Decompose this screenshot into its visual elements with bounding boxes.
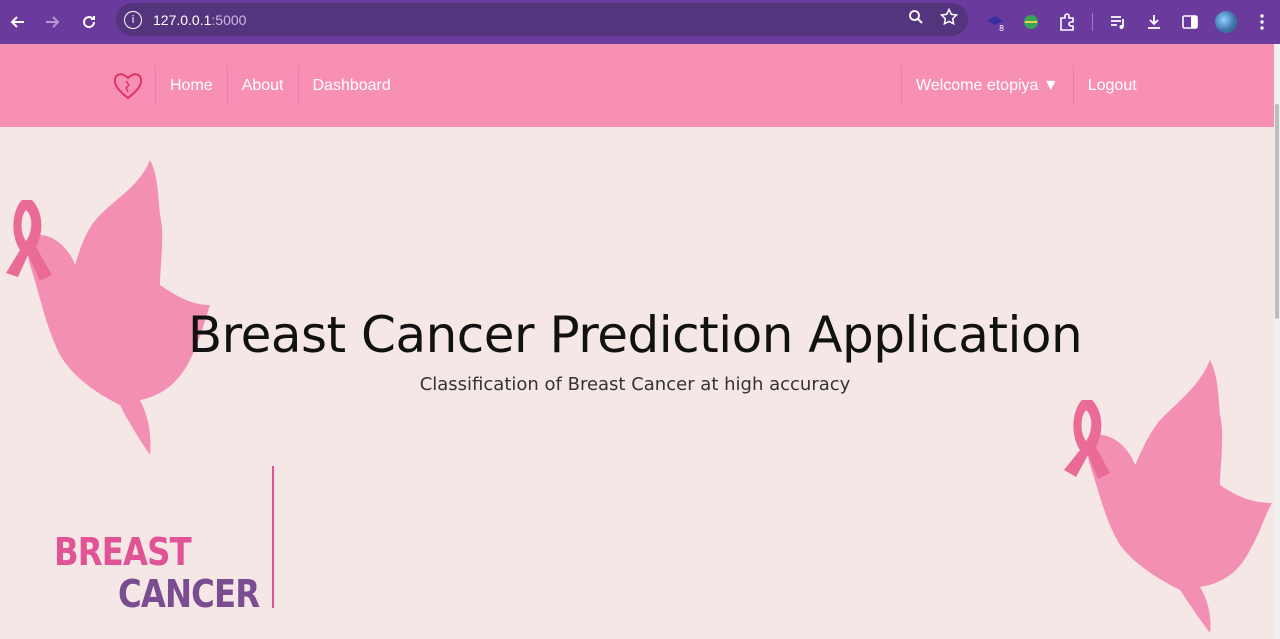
bookmark-star-icon[interactable] (939, 7, 959, 31)
user-menu-dropdown[interactable]: Welcome etopiya ▼ (901, 66, 1073, 106)
media-queue-icon[interactable] (1107, 11, 1129, 33)
url-text: 127.0.0.1:5000 (153, 11, 247, 28)
heart-logo-icon[interactable] (112, 70, 144, 102)
nav-about-link[interactable]: About (226, 66, 298, 106)
address-bar[interactable]: i 127.0.0.1:5000 (116, 3, 968, 36)
hero-title: Breast Cancer Prediction Application (187, 306, 1083, 364)
back-arrow-icon[interactable] (0, 4, 36, 40)
site-navbar: Home About Dashboard Welcome etopiya ▼ L… (0, 44, 1274, 127)
logout-link[interactable]: Logout (1072, 66, 1151, 106)
extensions-puzzle-icon[interactable] (1056, 11, 1078, 33)
scrollbar-thumb[interactable] (1275, 104, 1279, 319)
nav-dashboard-link[interactable]: Dashboard (297, 66, 405, 106)
logo-word-cancer: CANCER (118, 572, 260, 616)
reload-icon[interactable] (71, 4, 107, 40)
logo-divider-line (272, 466, 274, 608)
site-info-icon[interactable]: i (124, 10, 142, 29)
profile-avatar[interactable] (1215, 11, 1237, 33)
browser-toolbar: i 127.0.0.1:5000 8 (0, 0, 1280, 44)
logo-word-breast: BREAST (54, 530, 192, 574)
extension-hat-icon[interactable]: 8 (984, 11, 1006, 33)
extension-globe-icon[interactable] (1020, 11, 1042, 33)
zoom-icon[interactable] (908, 9, 924, 30)
nav-home-link[interactable]: Home (155, 66, 227, 106)
toolbar-divider (1092, 13, 1093, 31)
dove-ribbon-illustration-right (1064, 360, 1272, 633)
breast-cancer-logo: BREAST CANCER (54, 530, 260, 620)
forward-arrow-icon[interactable] (34, 4, 70, 40)
download-icon[interactable] (1143, 11, 1165, 33)
hero-subtitle: Classification of Breast Cancer at high … (419, 374, 851, 395)
side-panel-icon[interactable] (1179, 11, 1201, 33)
menu-kebab-icon[interactable] (1251, 11, 1273, 33)
svg-text:8: 8 (999, 24, 1004, 32)
